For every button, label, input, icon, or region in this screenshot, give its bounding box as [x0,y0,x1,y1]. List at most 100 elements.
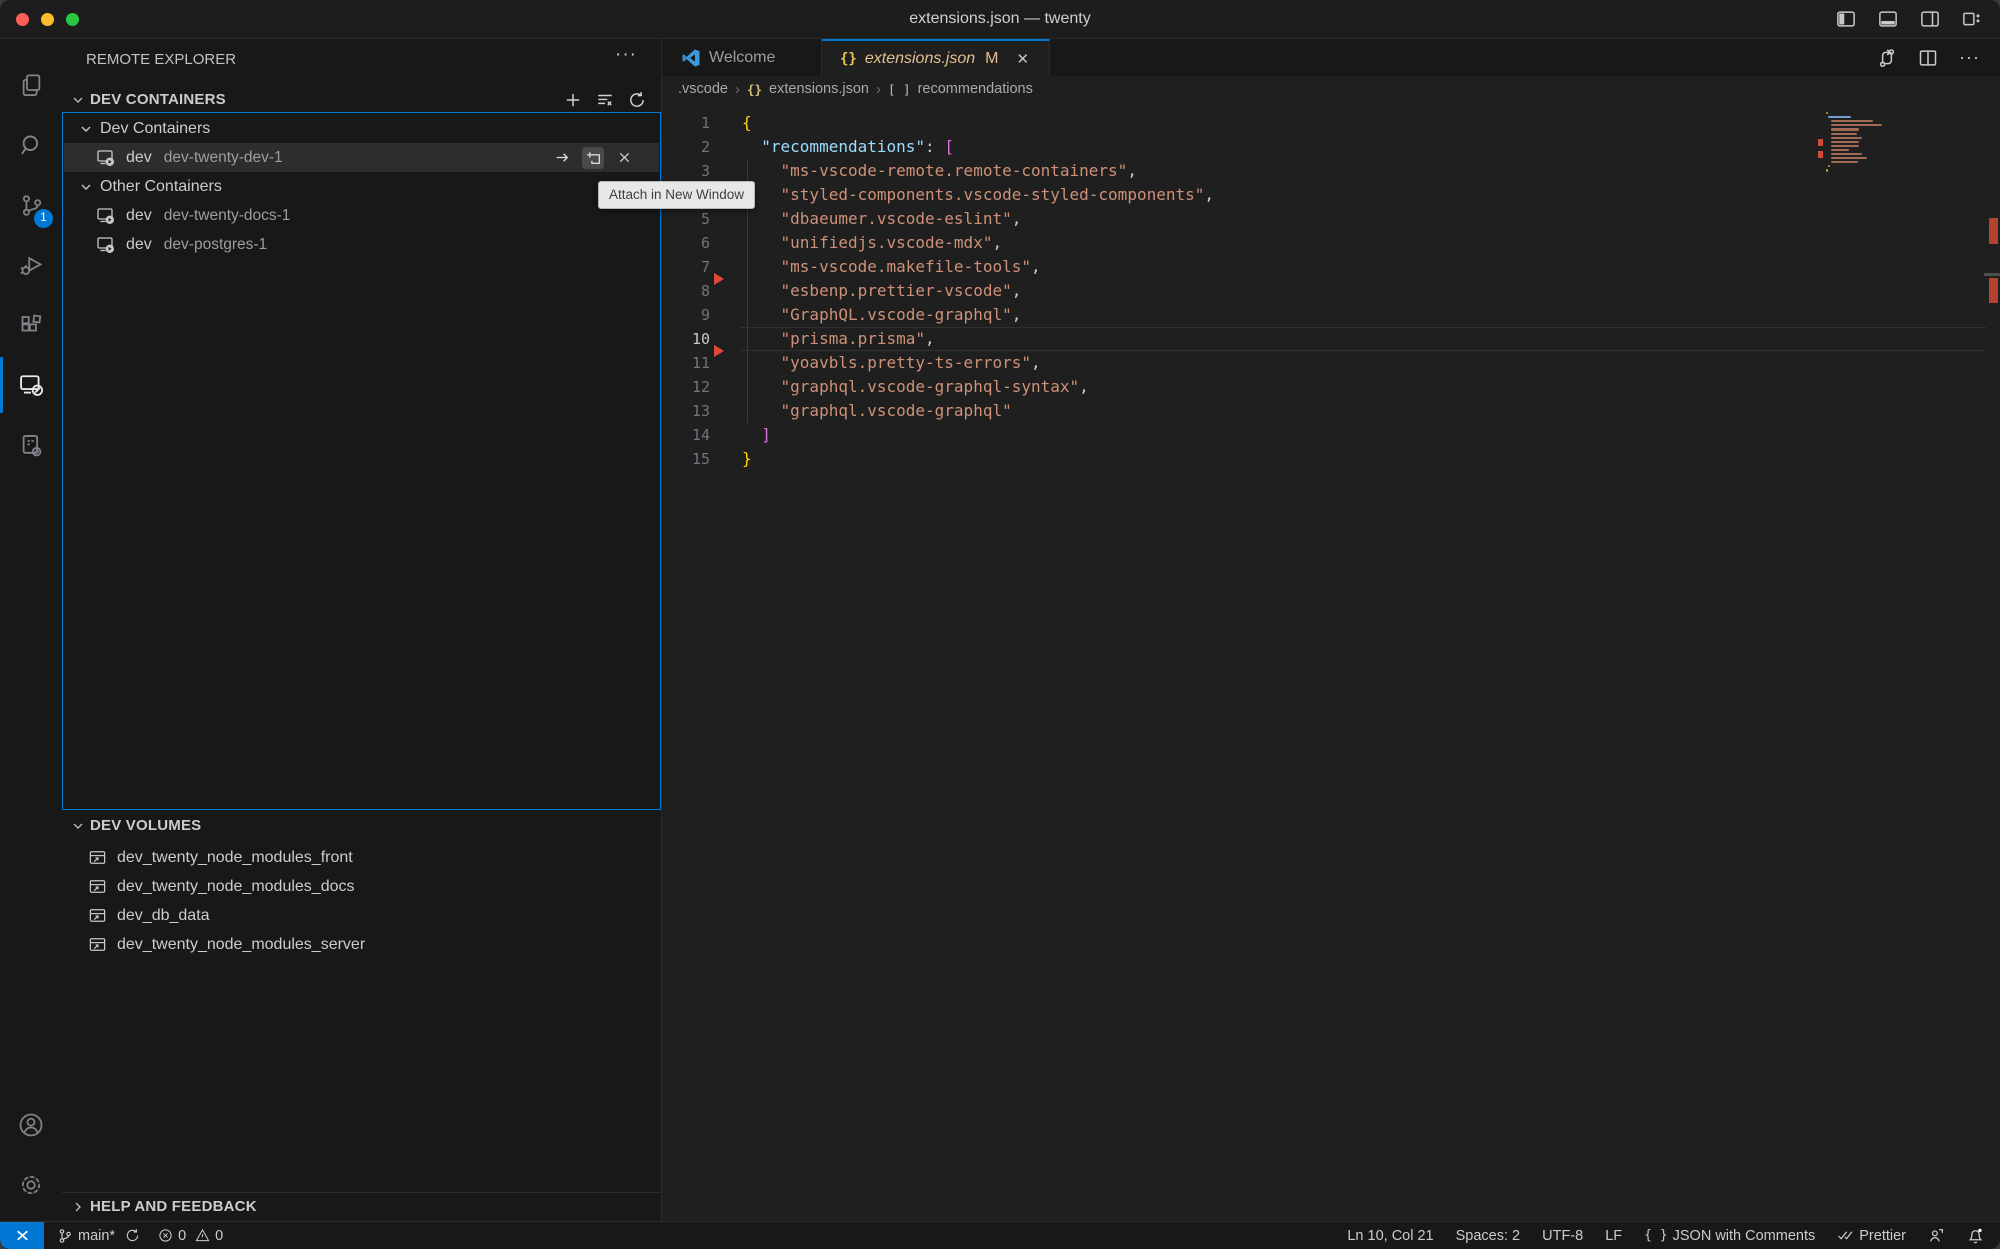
chevron-down-icon [70,92,86,108]
titlebar: extensions.json — twenty [0,0,2000,39]
code-line-14[interactable]: 14 ] [662,423,2000,447]
tab-bar: Welcome {} extensions.json M ✕ ··· [662,39,2000,77]
feedback-icon[interactable] [1928,1227,1945,1244]
section-dev-containers[interactable]: DEV CONTAINERS [62,86,661,113]
window-title: extensions.json — twenty [0,0,2000,38]
line-number[interactable]: 9 [662,303,710,327]
code-line-12[interactable]: 12 "graphql.vscode-graphql-syntax", [662,375,2000,399]
running-container-icon [96,206,116,226]
code-line-9[interactable]: 9 "GraphQL.vscode-graphql", [662,303,2000,327]
attach-in-new-window-icon[interactable] [582,147,604,169]
line-number[interactable]: 8 [662,279,710,303]
editor-more-actions-icon[interactable]: ··· [1959,47,1980,68]
dev-containers-icon[interactable] [0,421,62,469]
code-editor[interactable]: 1{2 "recommendations": [3 "ms-vscode-rem… [662,102,2000,1222]
running-container-icon [96,148,116,168]
volume-item-dev_twenty_node_modules_server[interactable]: dev_twenty_node_modules_server [62,930,660,959]
code-line-6[interactable]: 6 "unifiedjs.vscode-mdx", [662,231,2000,255]
line-number[interactable]: 1 [662,111,710,135]
indentation[interactable]: Spaces: 2 [1456,1228,1521,1244]
split-editor-icon[interactable] [1918,48,1938,68]
line-number[interactable]: 14 [662,423,710,447]
volume-item-dev_twenty_node_modules_front[interactable]: dev_twenty_node_modules_front [62,843,660,872]
problems-status[interactable]: 0 0 [158,1228,223,1244]
line-number[interactable]: 6 [662,231,710,255]
toggle-primary-sidebar-icon[interactable] [1836,9,1856,29]
code-line-13[interactable]: 13 "graphql.vscode-graphql" [662,399,2000,423]
accounts-icon[interactable] [0,1101,62,1149]
source-control-badge: 1 [34,209,53,228]
code-line-4[interactable]: 4 "styled-components.vscode-styled-compo… [662,183,2000,207]
line-number[interactable]: 13 [662,399,710,423]
code-line-8[interactable]: 8 "esbenp.prettier-vscode", [662,279,2000,303]
new-container-icon[interactable] [564,91,582,109]
clear-list-icon[interactable] [596,91,614,109]
remote-indicator[interactable] [0,1222,44,1249]
open-changes-icon[interactable] [1877,48,1897,68]
code-line-2[interactable]: 2 "recommendations": [ [662,135,2000,159]
customize-layout-icon[interactable] [1962,9,1982,29]
code-line-15[interactable]: 15} [662,447,2000,471]
remote-explorer-icon[interactable] [0,361,62,409]
breadcrumbs: .vscode › {} extensions.json › [ ] recom… [662,76,2000,102]
line-number[interactable]: 2 [662,135,710,159]
sidebar-more-actions-icon[interactable]: ··· [615,44,637,66]
sidebar-remote-explorer: REMOTE EXPLORER ··· DEV CONTAINERS Dev C… [62,39,662,1222]
breadcrumb-file[interactable]: extensions.json [769,81,869,97]
warnings-icon [195,1228,210,1243]
line-number[interactable]: 15 [662,447,710,471]
json-language-icon: { } [1644,1228,1667,1243]
language-mode[interactable]: { } JSON with Comments [1644,1228,1815,1244]
line-number[interactable]: 7 [662,255,710,279]
breadcrumb-folder[interactable]: .vscode [678,81,728,97]
refresh-icon[interactable] [628,91,646,109]
sidebar-title: REMOTE EXPLORER [86,39,236,81]
container-item-dev-twenty-docs-1[interactable]: devdev-twenty-docs-1 [64,201,659,230]
toggle-panel-icon[interactable] [1878,9,1898,29]
code-line-7[interactable]: 7 "ms-vscode.makefile-tools", [662,255,2000,279]
attach-in-current-window-icon[interactable] [551,147,573,169]
stop-container-icon[interactable] [613,147,635,169]
formatter-status[interactable]: Prettier [1837,1227,1906,1244]
git-branch-status[interactable]: main* [57,1228,140,1244]
line-number[interactable]: 5 [662,207,710,231]
line-number[interactable]: 12 [662,375,710,399]
section-help-and-feedback[interactable]: HELP AND FEEDBACK [62,1192,661,1220]
dev-containers-tree: Dev Containersdevdev-twenty-dev-1Other C… [62,112,661,810]
sync-icon [125,1228,140,1243]
tree-group-dev-containers[interactable]: Dev Containers [64,114,659,143]
close-tab-icon[interactable]: ✕ [1016,50,1029,68]
search-icon[interactable] [0,121,62,169]
line-number[interactable]: 11 [662,351,710,375]
cursor-position[interactable]: Ln 10, Col 21 [1347,1228,1433,1244]
gutter-marker-icon [714,273,724,285]
volume-item-dev_db_data[interactable]: dev_db_data [62,901,660,930]
code-line-10[interactable]: 10 "prisma.prisma", [662,327,2000,351]
extensions-icon[interactable] [0,301,62,349]
code-line-11[interactable]: 11 "yoavbls.pretty-ts-errors", [662,351,2000,375]
container-item-dev-postgres-1[interactable]: devdev-postgres-1 [64,230,659,259]
section-dev-volumes[interactable]: DEV VOLUMES [62,812,661,839]
toggle-secondary-sidebar-icon[interactable] [1920,9,1940,29]
tree-group-other-containers[interactable]: Other Containers [64,172,659,201]
explorer-icon[interactable] [0,61,62,109]
line-number[interactable]: 3 [662,159,710,183]
container-item-dev-twenty-dev-1[interactable]: devdev-twenty-dev-1 [64,143,659,172]
array-symbol-icon: [ ] [888,82,911,97]
eol-sequence[interactable]: LF [1605,1228,1622,1244]
code-line-3[interactable]: 3 "ms-vscode-remote.remote-containers", [662,159,2000,183]
run-and-debug-icon[interactable] [0,241,62,289]
errors-icon [158,1228,173,1243]
branch-icon [57,1228,73,1244]
tab-extensions-json[interactable]: {} extensions.json M ✕ [822,39,1050,76]
settings-gear-icon[interactable] [0,1161,62,1209]
code-line-5[interactable]: 5 "dbaeumer.vscode-eslint", [662,207,2000,231]
tab-welcome[interactable]: Welcome [662,39,822,76]
breadcrumb-symbol[interactable]: recommendations [918,81,1033,97]
source-control-icon[interactable]: 1 [0,181,62,229]
notifications-bell-icon[interactable] [1967,1227,1984,1244]
volume-item-dev_twenty_node_modules_docs[interactable]: dev_twenty_node_modules_docs [62,872,660,901]
line-number[interactable]: 10 [662,327,710,351]
code-line-1[interactable]: 1{ [662,111,2000,135]
encoding[interactable]: UTF-8 [1542,1228,1583,1244]
